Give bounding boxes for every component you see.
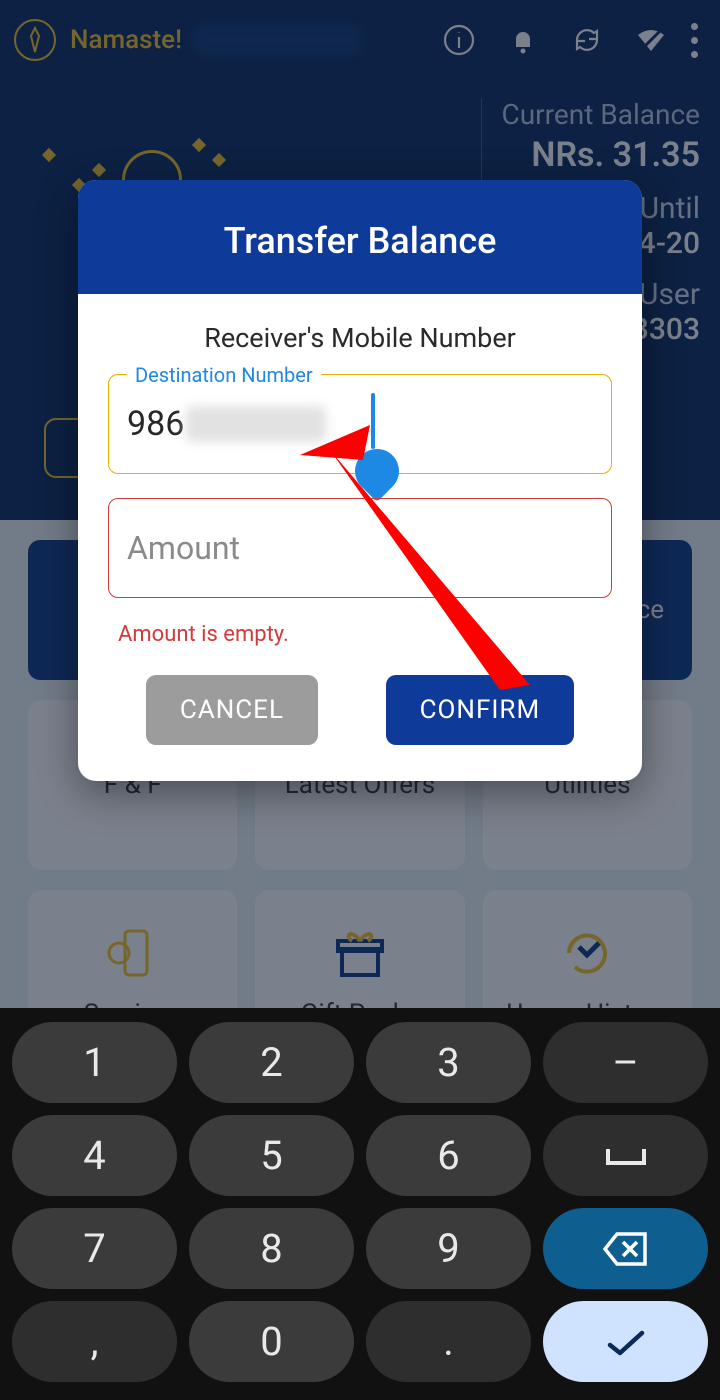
key-enter[interactable] bbox=[543, 1301, 708, 1382]
text-caret bbox=[371, 393, 375, 449]
transfer-balance-modal: Transfer Balance Receiver's Mobile Numbe… bbox=[78, 180, 642, 781]
amount-placeholder: Amount bbox=[127, 529, 240, 567]
key-9[interactable]: 9 bbox=[366, 1208, 531, 1289]
key-8[interactable]: 8 bbox=[189, 1208, 354, 1289]
destination-number-field[interactable]: Destination Number 986 bbox=[108, 374, 612, 474]
destination-number-label: Destination Number bbox=[127, 363, 321, 387]
key-minus[interactable]: – bbox=[543, 1022, 708, 1103]
key-space[interactable] bbox=[543, 1115, 708, 1196]
cancel-button[interactable]: CANCEL bbox=[146, 675, 318, 745]
key-3[interactable]: 3 bbox=[366, 1022, 531, 1103]
key-dot[interactable]: . bbox=[366, 1301, 531, 1382]
confirm-button[interactable]: CONFIRM bbox=[386, 675, 575, 745]
modal-section-title: Receiver's Mobile Number bbox=[108, 322, 612, 354]
key-4[interactable]: 4 bbox=[12, 1115, 177, 1196]
key-1[interactable]: 1 bbox=[12, 1022, 177, 1103]
modal-title: Transfer Balance bbox=[78, 180, 642, 294]
key-5[interactable]: 5 bbox=[189, 1115, 354, 1196]
key-backspace[interactable] bbox=[543, 1208, 708, 1289]
key-0[interactable]: 0 bbox=[189, 1301, 354, 1382]
amount-field[interactable]: Amount bbox=[108, 498, 612, 598]
key-7[interactable]: 7 bbox=[12, 1208, 177, 1289]
amount-error: Amount is empty. bbox=[118, 622, 612, 647]
caret-drag-handle[interactable] bbox=[346, 440, 408, 502]
destination-number-redacted bbox=[186, 406, 326, 442]
numeric-keyboard: 1 2 3 – 4 5 6 7 8 9 , 0 . bbox=[0, 1008, 720, 1400]
key-2[interactable]: 2 bbox=[189, 1022, 354, 1103]
key-6[interactable]: 6 bbox=[366, 1115, 531, 1196]
key-comma[interactable]: , bbox=[12, 1301, 177, 1382]
destination-number-value: 986 bbox=[127, 404, 184, 444]
